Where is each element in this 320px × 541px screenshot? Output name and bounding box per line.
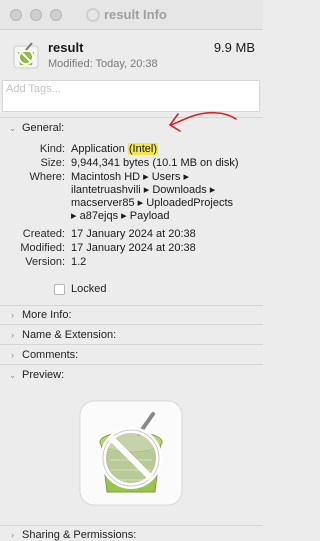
section-sharing-label: Sharing & Permissions: [22,529,137,541]
minimize-window-button[interactable] [30,9,42,21]
section-preview-header[interactable]: ⌄ Preview: [8,369,64,381]
modified-label: Modified: [20,242,65,254]
chevron-down-icon: ⌄ [8,369,17,380]
window-title-group: result Info [86,7,167,22]
where-line-3: macserver85 ▸ UploadedProjects [71,197,234,209]
created-value: 17 January 2024 at 20:38 [71,228,196,240]
created-label: Created: [22,228,65,240]
section-general-header[interactable]: ⌄ General: [8,122,64,134]
size-label: Size: [40,157,65,169]
divider [0,525,263,526]
where-line-4: ▸ a87ejqs ▸ Payload [71,210,170,222]
divider [0,324,263,325]
chevron-right-icon: › [11,529,14,540]
chevron-right-icon: › [11,309,14,320]
kind-label: Kind: [39,143,65,155]
section-sharing-header[interactable]: › Sharing & Permissions: [8,529,136,541]
version-value: 1.2 [71,256,87,268]
file-size: 9.9 MB [213,40,255,55]
section-comments-label: Comments: [22,349,79,361]
kind-highlight: (Intel) [127,143,158,155]
size-value: 9,944,341 bytes (10.1 MB on disk) [71,157,239,169]
section-comments-header[interactable]: › Comments: [8,349,78,361]
version-label: Version: [25,256,65,268]
close-window-button[interactable] [10,9,22,21]
file-name: result [48,40,84,55]
modified-summary: Modified: Today, 20:38 [48,58,158,70]
app-icon [13,42,39,69]
section-name-extension-header[interactable]: › Name & Extension: [8,329,116,341]
chevron-right-icon: › [11,349,14,360]
divider [0,344,263,345]
locked-checkbox[interactable] [54,283,65,295]
title-bar: result Info [0,0,263,30]
zoom-window-button[interactable] [50,9,62,21]
locked-label: Locked [71,283,107,295]
kind-value-text: Application [71,143,128,155]
modified-value: 17 January 2024 at 20:38 [71,242,196,254]
divider [0,305,263,306]
annotation-arrow-icon [169,111,237,132]
tags-input[interactable] [2,80,260,112]
section-more-info-header[interactable]: › More Info: [8,309,72,321]
section-name-extension-label: Name & Extension: [22,329,117,341]
file-header: result 9.9 MB Modified: Today, 20:38 [0,31,263,78]
title-app-icon [86,7,100,22]
where-label: Where: [29,171,65,183]
divider [0,364,263,365]
chevron-down-icon: ⌄ [8,122,17,133]
section-preview-label: Preview: [22,369,65,381]
unsupported-app-icon [79,400,183,506]
where-line-2: ilantetruashvili ▸ Downloads ▸ [71,184,216,196]
locked-control[interactable]: Locked [54,283,106,295]
kind-value: Application (Intel) [71,143,158,155]
chevron-right-icon: › [11,329,14,340]
section-more-info-label: More Info: [22,309,72,321]
window-title: result Info [104,7,167,22]
section-general-label: General: [22,122,65,134]
where-line-1: Macintosh HD ▸ Users ▸ [71,171,190,183]
